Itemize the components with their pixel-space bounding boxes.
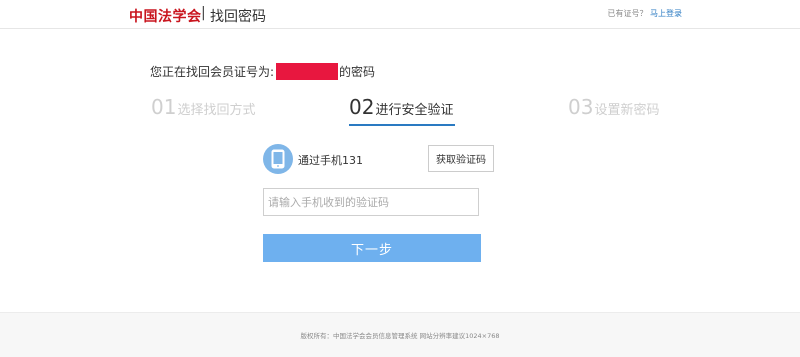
active-step-underline — [349, 124, 455, 126]
title-separator: | — [201, 5, 206, 21]
page-title: 找回密码 — [210, 9, 266, 25]
mobile-phone-icon — [263, 144, 293, 174]
step-2-label: 进行安全验证 — [375, 103, 454, 118]
header-bar: 中国法学会 | 找回密码 已有证号？ 马上登录 — [0, 0, 800, 29]
account-line: 您正在找回会员证号为: 的密码 — [150, 63, 375, 80]
step-1-label: 选择找回方式 — [177, 103, 256, 118]
step-3: 03 设置新密码 — [568, 95, 659, 119]
logo: 中国法学会 — [129, 9, 202, 25]
footer: 版权所有：中国法学会会员信息管理系统 网站分辨率建议1024×768 — [0, 312, 800, 357]
next-step-button[interactable]: 下一步 — [263, 234, 481, 262]
login-link[interactable]: 马上登录 — [650, 9, 682, 18]
step-3-label: 设置新密码 — [594, 103, 660, 118]
step-1: 01 选择找回方式 — [151, 95, 255, 119]
get-code-button[interactable]: 获取验证码 — [428, 145, 494, 172]
verify-method-text: 通过手机131 — [298, 154, 363, 167]
masked-account-id — [276, 63, 339, 80]
step-2-number: 02 — [349, 95, 375, 119]
login-prompt: 已有证号？ 马上登录 — [607, 8, 682, 19]
step-1-number: 01 — [151, 95, 177, 119]
step-2-active: 02 进行安全验证 — [349, 95, 453, 119]
verification-code-input[interactable] — [263, 188, 479, 216]
verify-method-row: 通过手机131 获取验证码 — [263, 144, 503, 174]
step-3-number: 03 — [568, 95, 594, 119]
account-prefix: 您正在找回会员证号为: — [150, 65, 275, 79]
account-suffix: 的密码 — [339, 65, 376, 79]
copyright-text: 版权所有：中国法学会会员信息管理系统 网站分辨率建议1024×768 — [300, 332, 500, 340]
login-prompt-text: 已有证号？ — [607, 9, 648, 18]
